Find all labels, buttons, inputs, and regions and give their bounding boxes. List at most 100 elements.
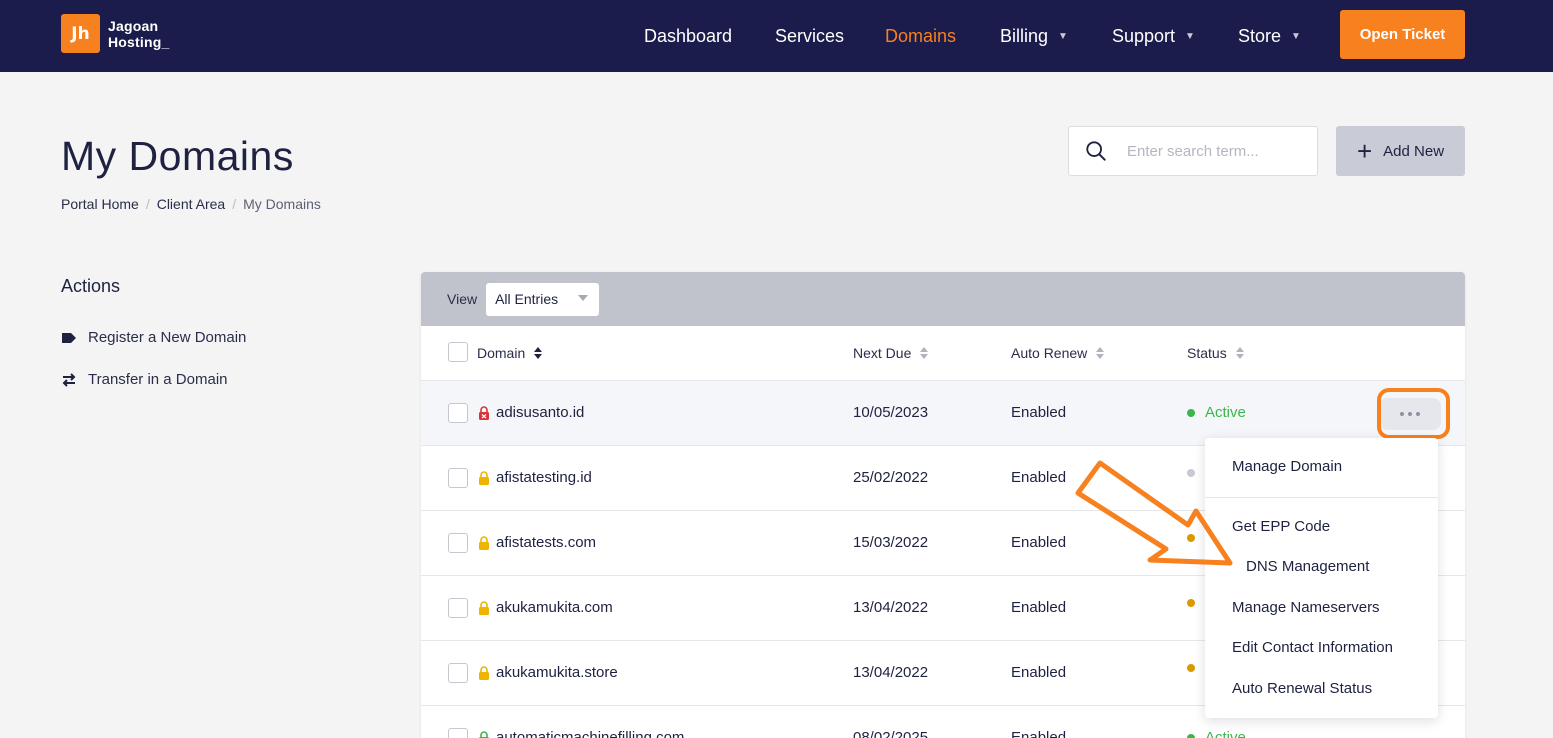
caret-down-icon: ▼ xyxy=(1291,30,1301,42)
status-text: Active xyxy=(1205,729,1246,738)
table-toolbar: View All Entries xyxy=(421,272,1465,326)
menu-item-get-epp-code[interactable]: Get EPP Code xyxy=(1232,518,1330,535)
domain-name[interactable]: automaticmachinefilling.com xyxy=(496,729,684,738)
status-badge: Active xyxy=(1187,404,1246,421)
nav-dashboard[interactable]: Dashboard xyxy=(644,0,732,72)
select-all-checkbox[interactable] xyxy=(448,342,468,362)
brand-logo[interactable]: Jh Jagoan Hosting_ xyxy=(61,14,170,53)
row-checkbox[interactable] xyxy=(448,403,468,423)
menu-item-manage-domain[interactable]: Manage Domain xyxy=(1232,458,1342,475)
column-label: Domain xyxy=(477,345,526,361)
column-label: Auto Renew xyxy=(1011,345,1088,361)
nav-services[interactable]: Services xyxy=(775,0,844,72)
logo-mark: Jh xyxy=(61,14,100,53)
actions-heading: Actions xyxy=(61,276,121,296)
lock-icon xyxy=(479,731,489,738)
status-dot xyxy=(1187,599,1195,607)
auto-renew-value: Enabled xyxy=(1011,664,1067,681)
breadcrumb-current: My Domains xyxy=(243,196,321,212)
plus-icon: + xyxy=(1356,136,1373,166)
sort-icon xyxy=(1096,347,1105,359)
logo-text: Jagoan Hosting_ xyxy=(108,17,170,50)
row-checkbox[interactable] xyxy=(448,533,468,553)
caret-down-icon: ▼ xyxy=(1058,30,1068,42)
view-filter-value: All Entries xyxy=(495,291,559,307)
menu-item-dns-management[interactable]: DNS Management xyxy=(1246,558,1369,575)
annotation-arrow-icon xyxy=(1075,460,1233,566)
auto-renew-value: Enabled xyxy=(1011,599,1067,616)
status-badge xyxy=(1187,599,1205,607)
status-dot xyxy=(1187,408,1195,417)
menu-item-edit-contact[interactable]: Edit Contact Information xyxy=(1232,639,1393,656)
add-new-button[interactable]: + Add New xyxy=(1336,126,1465,176)
next-due-date: 15/03/2022 xyxy=(853,534,929,551)
column-label: Next Due xyxy=(853,345,912,361)
sort-icon xyxy=(1235,347,1244,359)
exchange-icon xyxy=(62,372,76,387)
breadcrumb-separator: / xyxy=(145,196,150,212)
row-checkbox[interactable] xyxy=(448,728,468,738)
row-checkbox[interactable] xyxy=(448,663,468,683)
sidebar-item-label: Transfer in a Domain xyxy=(88,371,228,388)
lock-icon xyxy=(479,471,489,485)
tag-icon xyxy=(62,332,76,343)
view-filter-select[interactable]: All Entries xyxy=(486,282,600,316)
open-ticket-button[interactable]: Open Ticket xyxy=(1340,10,1465,59)
breadcrumb-home[interactable]: Portal Home xyxy=(61,196,139,212)
menu-item-auto-renewal-status[interactable]: Auto Renewal Status xyxy=(1232,680,1372,697)
sidebar-item-transfer-domain[interactable]: Transfer in a Domain xyxy=(61,371,228,388)
next-due-date: 13/04/2022 xyxy=(853,664,929,681)
column-next-due[interactable]: Next Due xyxy=(853,345,929,361)
status-badge xyxy=(1187,664,1205,672)
lock-icon xyxy=(479,601,489,615)
row-checkbox[interactable] xyxy=(448,598,468,618)
lock-open-icon xyxy=(479,406,489,420)
breadcrumb-client-area[interactable]: Client Area xyxy=(157,196,225,212)
search-input[interactable] xyxy=(1127,142,1307,160)
nav-support[interactable]: Support ▼ xyxy=(1112,0,1195,72)
status-badge: Active xyxy=(1187,729,1246,738)
column-domain[interactable]: Domain xyxy=(477,345,543,361)
column-status[interactable]: Status xyxy=(1187,345,1244,361)
status-dot xyxy=(1187,733,1195,738)
domain-name[interactable]: afistatesting.id xyxy=(496,469,592,486)
breadcrumb-separator: / xyxy=(232,196,237,212)
nav-billing[interactable]: Billing ▼ xyxy=(1000,0,1068,72)
sidebar-item-register-domain[interactable]: Register a New Domain xyxy=(61,329,246,346)
sort-icon xyxy=(534,347,543,359)
chevron-down-icon xyxy=(578,294,589,301)
next-due-date: 25/02/2022 xyxy=(853,469,929,486)
next-due-date: 13/04/2022 xyxy=(853,599,929,616)
row-checkbox[interactable] xyxy=(448,468,468,488)
auto-renew-value: Enabled xyxy=(1011,729,1067,738)
nav-store[interactable]: Store ▼ xyxy=(1238,0,1301,72)
nav-billing-label: Billing xyxy=(1000,25,1049,46)
table-row[interactable]: adisusanto.id 10/05/2023 Enabled Active xyxy=(421,381,1465,446)
domain-name[interactable]: akukamukita.com xyxy=(496,599,613,616)
domain-name[interactable]: akukamukita.store xyxy=(496,664,618,681)
menu-item-manage-nameservers[interactable]: Manage Nameservers xyxy=(1232,599,1380,616)
auto-renew-value: Enabled xyxy=(1011,534,1067,551)
search-box xyxy=(1068,126,1318,176)
column-auto-renew[interactable]: Auto Renew xyxy=(1011,345,1105,361)
table-header: Domain Next Due Auto Renew Status xyxy=(421,326,1465,381)
caret-down-icon: ▼ xyxy=(1185,30,1195,42)
domain-name[interactable]: adisusanto.id xyxy=(496,404,584,421)
view-label: View xyxy=(447,291,478,307)
status-dot xyxy=(1187,664,1195,672)
column-label: Status xyxy=(1187,345,1227,361)
search-icon xyxy=(1086,141,1106,161)
status-text: Active xyxy=(1205,404,1246,421)
top-navbar: Jh Jagoan Hosting_ Dashboard Services Do… xyxy=(0,0,1553,72)
nav-support-label: Support xyxy=(1112,25,1176,46)
page-title: My Domains xyxy=(61,133,294,179)
highlight-ring xyxy=(1377,388,1450,439)
next-due-date: 08/02/2025 xyxy=(853,729,929,738)
nav-domains[interactable]: Domains xyxy=(885,0,956,72)
lock-icon xyxy=(479,666,489,680)
add-new-label: Add New xyxy=(1383,142,1445,160)
breadcrumb: Portal Home / Client Area / My Domains xyxy=(61,196,321,212)
domain-name[interactable]: afistatests.com xyxy=(496,534,596,551)
auto-renew-value: Enabled xyxy=(1011,404,1067,421)
next-due-date: 10/05/2023 xyxy=(853,404,929,421)
